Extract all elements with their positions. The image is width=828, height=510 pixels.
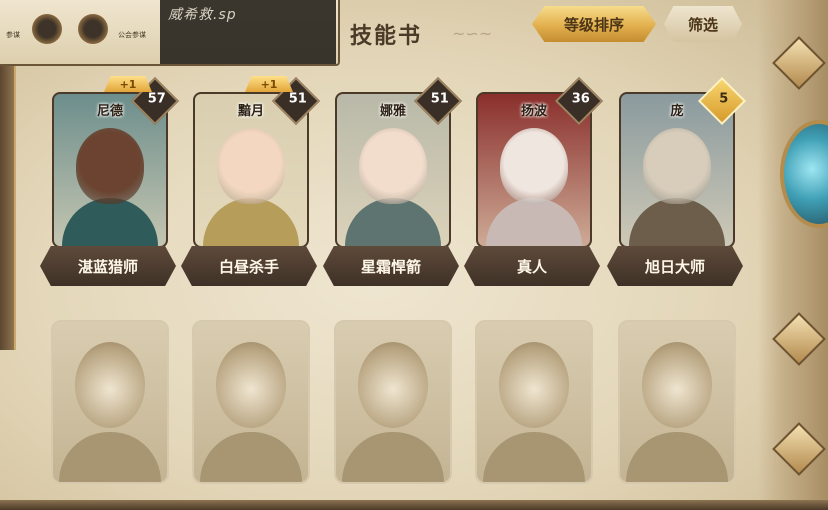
panel-label-right: 公会参谋	[118, 31, 146, 39]
hero-body	[203, 198, 299, 246]
level-value: 57	[147, 91, 166, 107]
filter-button[interactable]: 筛选	[664, 6, 742, 42]
bonus-tag: +1	[245, 76, 293, 92]
hero-title-banner: 真人	[464, 246, 600, 286]
locked-hero-card[interactable]	[192, 320, 310, 484]
silhouette-torso	[59, 432, 161, 482]
swirl-ornament-icon: ~∽~	[452, 24, 493, 43]
hero-card[interactable]: 黯月 51 +1 白昼杀手	[181, 76, 321, 288]
hero-title-banner: 白昼杀手	[181, 246, 317, 286]
left-frame	[0, 60, 16, 350]
slot-circle-icon[interactable]	[78, 14, 108, 44]
bottom-frame	[0, 500, 828, 510]
hero-card[interactable]: 庞 5 旭日大师	[607, 76, 747, 288]
frame-ornament-bottom	[772, 422, 826, 476]
hero-face	[217, 128, 285, 204]
locked-hero-card[interactable]	[51, 320, 169, 484]
hero-title-banner: 星霜悍箭	[323, 246, 459, 286]
frame-ornament-top	[772, 36, 826, 90]
top-left-panel: 参谋 公会参谋 威希救.sp	[0, 0, 340, 66]
sort-by-level-button[interactable]: 等级排序	[532, 6, 656, 42]
locked-hero-card[interactable]	[475, 320, 593, 484]
frame-gem	[780, 120, 828, 228]
level-value: 5	[719, 91, 729, 107]
locked-hero-card[interactable]	[618, 320, 736, 484]
silhouette-head	[75, 342, 145, 428]
locked-hero-card[interactable]	[334, 320, 452, 484]
level-value: 36	[571, 91, 590, 107]
hero-body	[62, 198, 158, 246]
hero-body	[486, 198, 582, 246]
right-frame	[758, 0, 828, 510]
hero-card[interactable]: 尼德 57 +1 湛蓝猎师	[40, 76, 180, 288]
hero-body	[629, 198, 725, 246]
bonus-tag: +1	[104, 76, 152, 92]
silhouette-torso	[342, 432, 444, 482]
page-title: 技能书	[350, 24, 423, 49]
silhouette-torso	[200, 432, 302, 482]
hero-face	[500, 128, 568, 204]
frame-ornament-mid	[772, 312, 826, 366]
panel-label-left: 参谋	[6, 31, 20, 39]
hero-face	[359, 128, 427, 204]
hero-body	[345, 198, 441, 246]
slot-circle-icon[interactable]	[32, 14, 62, 44]
level-value: 51	[430, 91, 449, 107]
hero-face	[643, 128, 711, 204]
level-value: 51	[288, 91, 307, 107]
hero-title-banner: 湛蓝猎师	[40, 246, 176, 286]
silhouette-head	[499, 342, 569, 428]
silhouette-head	[216, 342, 286, 428]
silhouette-head	[642, 342, 712, 428]
hero-card[interactable]: 扬波 36 真人	[464, 76, 604, 288]
hero-face	[76, 128, 144, 204]
silhouette-torso	[483, 432, 585, 482]
hero-card[interactable]: 娜雅 51 星霜悍箭	[323, 76, 463, 288]
silhouette-torso	[626, 432, 728, 482]
watermark: 威希救.sp	[168, 7, 237, 23]
hero-title-banner: 旭日大师	[607, 246, 743, 286]
silhouette-head	[358, 342, 428, 428]
